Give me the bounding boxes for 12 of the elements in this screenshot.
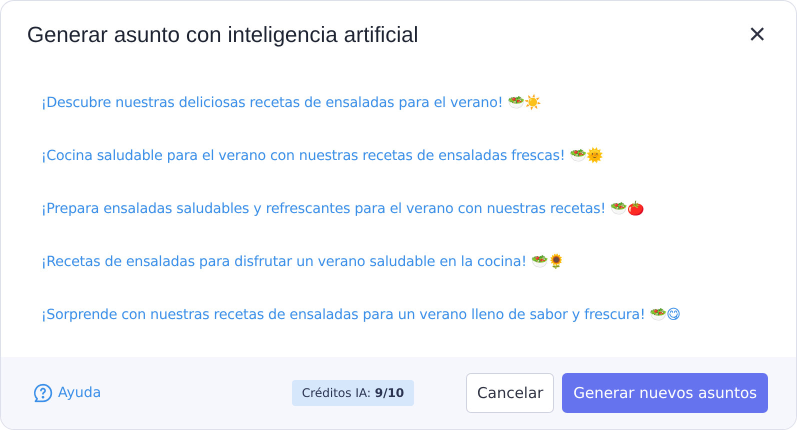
close-button[interactable]: × bbox=[744, 20, 770, 50]
cancel-button[interactable]: Cancelar bbox=[466, 373, 554, 413]
suggestion-link[interactable]: ¡Recetas de ensaladas para disfrutar un verano saludable en la cocina! 🥗🌻 bbox=[41, 236, 564, 289]
suggestion-link[interactable]: ¡Sorprende con nuestras recetas de ensaladas para un verano lleno de sabor y frescura! 🥗😋 bbox=[41, 289, 681, 342]
help-link[interactable]: Ayuda bbox=[33, 383, 102, 403]
credits-label: Créditos IA: 9/10 bbox=[292, 380, 414, 406]
suggestion-link[interactable]: ¡Cocina saludable para el verano con nuestras recetas de ensaladas frescas! 🥗🌞 bbox=[41, 130, 604, 183]
dialog-title: Generar asunto con inteligencia artificial bbox=[27, 22, 418, 48]
generate-button[interactable]: Generar nuevos asuntos bbox=[562, 373, 768, 413]
help-icon bbox=[33, 383, 53, 403]
suggestion-link[interactable]: ¡Descubre nuestras deliciosas recetas de ensaladas para el verano! 🥗☀ bbox=[41, 77, 541, 130]
suggestion-link[interactable]: ¡Prepara ensaladas saludables y refrescantes para el verano con nuestras recetas! 🥗🍅 bbox=[41, 183, 644, 236]
